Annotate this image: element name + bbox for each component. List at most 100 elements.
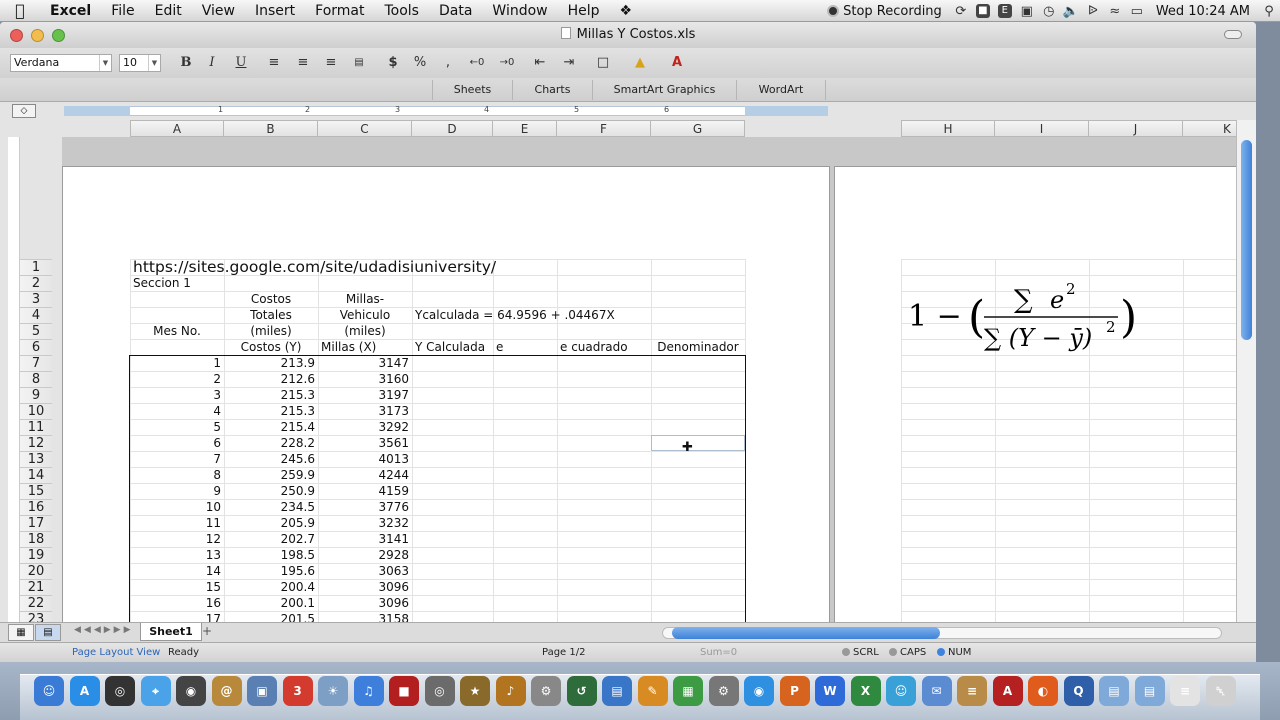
row-header[interactable]: 17 (20, 515, 52, 531)
wifi-icon[interactable]: ≈ (1104, 0, 1126, 22)
cell-millas[interactable]: 3197 (318, 387, 412, 403)
photo-booth-icon[interactable]: ◉ (176, 676, 206, 706)
finder-icon[interactable]: ☺ (34, 676, 64, 706)
cell-mes-label[interactable]: Mes No. (130, 323, 224, 339)
font-color-button[interactable]: A (667, 54, 687, 72)
spotlight-search-icon[interactable]: ⚲ (1258, 0, 1280, 22)
imovie-icon[interactable]: ★ (460, 676, 490, 706)
row-header[interactable]: 7 (20, 355, 52, 371)
cell-header-e[interactable]: e (493, 339, 557, 355)
column-header[interactable]: B (224, 120, 318, 137)
tab-wordart[interactable]: WordArt (736, 80, 826, 100)
sheet-nav-arrows[interactable]: ◀◀◀▶▶▶ (74, 625, 134, 635)
row-header[interactable]: 10 (20, 403, 52, 419)
cell-header-costos-y[interactable]: Costos (Y) (224, 339, 318, 355)
row-header[interactable]: 23 (20, 611, 52, 622)
cell-mes[interactable]: 7 (130, 451, 224, 467)
menu-insert[interactable]: Insert (245, 3, 305, 19)
cell-header-millas[interactable]: Millas- (318, 291, 412, 307)
cell-mes[interactable]: 3 (130, 387, 224, 403)
menu-help[interactable]: Help (558, 3, 610, 19)
cell-header-denominador[interactable]: Denominador (651, 339, 745, 355)
column-header[interactable]: G (651, 120, 745, 137)
column-header[interactable]: E (493, 120, 557, 137)
cell-mes[interactable]: 15 (130, 579, 224, 595)
keynote-icon[interactable]: ▤ (602, 676, 632, 706)
row-header[interactable]: 12 (20, 435, 52, 451)
increase-decimal-button[interactable]: ←0 (467, 54, 487, 72)
row-header[interactable]: 13 (20, 451, 52, 467)
cell-millas[interactable]: 3158 (318, 611, 412, 622)
time-machine-icon[interactable]: ◷ (1038, 0, 1060, 22)
row-header[interactable]: 1 (20, 259, 52, 275)
cell-mes[interactable]: 4 (130, 403, 224, 419)
align-center-button[interactable]: ≡ (293, 54, 313, 72)
toolbar-toggle-button[interactable] (1224, 30, 1242, 39)
powerpoint-icon[interactable]: P (779, 676, 810, 706)
borders-button[interactable]: □ (593, 54, 613, 72)
dashboard-icon[interactable]: ◎ (105, 676, 135, 706)
row-header[interactable]: 16 (20, 499, 52, 515)
cell-costo[interactable]: 245.6 (224, 451, 318, 467)
column-header[interactable]: F (557, 120, 651, 137)
cell-header-e-cuadrado[interactable]: e cuadrado (557, 339, 651, 355)
app-store-icon[interactable]: A (69, 676, 100, 706)
tab-smartart-graphics[interactable]: SmartArt Graphics (592, 80, 736, 100)
cell-millas[interactable]: 3561 (318, 435, 412, 451)
cell-mes[interactable]: 10 (130, 499, 224, 515)
row-header[interactable]: 5 (20, 323, 52, 339)
pages-icon[interactable]: ✎ (637, 676, 668, 706)
column-header[interactable]: A (130, 120, 224, 137)
row-header[interactable]: 11 (20, 419, 52, 435)
row-header[interactable]: 14 (20, 467, 52, 483)
cell-costo[interactable]: 198.5 (224, 547, 318, 563)
excel-icon[interactable]: X (850, 676, 881, 706)
cell-costo[interactable]: 259.9 (224, 467, 318, 483)
vertical-scroll-thumb[interactable] (1241, 140, 1252, 340)
menu-format[interactable]: Format (305, 3, 374, 19)
cell-millas[interactable]: 4159 (318, 483, 412, 499)
stop-recording-item[interactable]: Stop Recording (819, 4, 950, 19)
row-header[interactable]: 20 (20, 563, 52, 579)
right-margin-marker[interactable] (745, 106, 828, 116)
comma-style-button[interactable]: , (438, 54, 458, 72)
menu-data[interactable]: Data (429, 3, 482, 19)
word-icon[interactable]: W (815, 676, 845, 706)
menu-file[interactable]: File (101, 3, 144, 19)
row-header[interactable]: 9 (20, 387, 52, 403)
cell-millas[interactable]: 2928 (318, 547, 412, 563)
iphoto-icon[interactable]: ☀ (318, 676, 348, 706)
tray-app-icon[interactable]: ■ (972, 0, 994, 22)
cell-mes[interactable]: 14 (130, 563, 224, 579)
bluetooth-icon[interactable]: ᐉ (1082, 0, 1104, 22)
downloads-icon[interactable]: ▤ (1099, 676, 1129, 706)
cell-mes[interactable]: 13 (130, 547, 224, 563)
cell-millas[interactable]: 3063 (318, 563, 412, 579)
zoom-window-button[interactable] (52, 29, 65, 42)
percent-button[interactable]: % (410, 54, 430, 72)
menu-tools[interactable]: Tools (374, 3, 429, 19)
cell-costo[interactable]: 202.7 (224, 531, 318, 547)
color-icon[interactable]: ◐ (1028, 676, 1058, 706)
cell-costo[interactable]: 215.4 (224, 419, 318, 435)
cell-costo[interactable]: 201.5 (224, 611, 318, 622)
garageband-icon[interactable]: ♪ (495, 676, 526, 706)
cell-header-costos[interactable]: Costos (224, 291, 318, 307)
cell-millas[interactable]: 4244 (318, 467, 412, 483)
cell-millas[interactable]: 3173 (318, 403, 412, 419)
row-header[interactable]: 3 (20, 291, 52, 307)
battery-icon[interactable]: ▭ (1126, 0, 1148, 22)
cell-equation[interactable]: Ycalculada = 64.9596 + .04467X (412, 307, 672, 323)
column-header[interactable]: I (995, 120, 1089, 137)
row-header[interactable]: 18 (20, 531, 52, 547)
cell-mes[interactable]: 6 (130, 435, 224, 451)
cell-millas[interactable]: 4013 (318, 451, 412, 467)
cell-millas[interactable]: 3292 (318, 419, 412, 435)
cell-millas[interactable]: 3147 (318, 355, 412, 371)
bold-button[interactable]: B (176, 54, 196, 72)
safari-icon[interactable]: ⌖ (140, 676, 171, 706)
row-header[interactable]: 19 (20, 547, 52, 563)
row-header[interactable]: 2 (20, 275, 52, 291)
volume-icon[interactable]: 🔈 (1060, 0, 1082, 22)
acrobat-icon[interactable]: A (992, 676, 1023, 706)
